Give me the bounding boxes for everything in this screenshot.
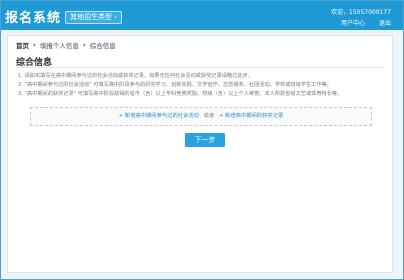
logout-link[interactable]: 退出 [379, 18, 391, 27]
instruction-item: 2. "高中期间参与过的社会活动" 可填写高中阶段参与的研究学习、创新实践、文学… [18, 82, 332, 88]
add-activity-link[interactable]: + 新增高中期间参与过的社会活动 [119, 113, 199, 119]
app-title: 报名系统 [5, 11, 62, 26]
add-records-box: + 新增高中期间参与过的社会活动 或者 + 新增高中期间的获奖记录 [30, 107, 372, 126]
instruction-item: 1. 请如实填写在高中期间参与过的社会活动或获奖记录，如果无任何社会活动或获奖记… [18, 73, 253, 79]
chevron-right-icon: › [33, 41, 36, 49]
chevron-right-icon: › [82, 41, 86, 49]
breadcrumb-personal-info[interactable]: 填报个人信息 [40, 40, 79, 50]
chevron-right-icon: › [114, 13, 117, 21]
next-button[interactable]: 下一步 [185, 133, 225, 147]
app-window: 报名系统 其他招生类型 › 欢迎，15057009177 用户中心 退出 首页 … [0, 0, 404, 280]
user-center-link[interactable]: 用户中心 [341, 18, 365, 27]
instruction-item: 3. "高中期间的获奖记录" 可填写高中阶段获得的省市（含）以上学科竞赛奖励、校… [18, 91, 343, 97]
or-text: 或者 [203, 113, 215, 119]
switch-admission-type-button[interactable]: 其他招生类型 › [65, 11, 122, 24]
welcome-text: 欢迎，15057009177 [331, 9, 391, 16]
main-card: 首页 › 填报个人信息 › 综合信息 综合信息 1. 请如实填写在高中期间参与过… [7, 35, 393, 273]
breadcrumb-home[interactable]: 首页 [16, 40, 29, 50]
top-header: 报名系统 其他招生类型 › 欢迎，15057009177 用户中心 退出 [1, 1, 403, 30]
divider [16, 67, 384, 68]
add-award-link[interactable]: + 新增高中期间的获奖记录 [219, 113, 283, 119]
switch-label: 其他招生类型 [70, 13, 112, 21]
breadcrumb-current: 综合信息 [89, 42, 116, 50]
instructions: 1. 请如实填写在高中期间参与过的社会活动或获奖记录，如果无任何社会活动或获奖记… [18, 72, 378, 99]
breadcrumb: 首页 › 填报个人信息 › 综合信息 [16, 40, 116, 50]
